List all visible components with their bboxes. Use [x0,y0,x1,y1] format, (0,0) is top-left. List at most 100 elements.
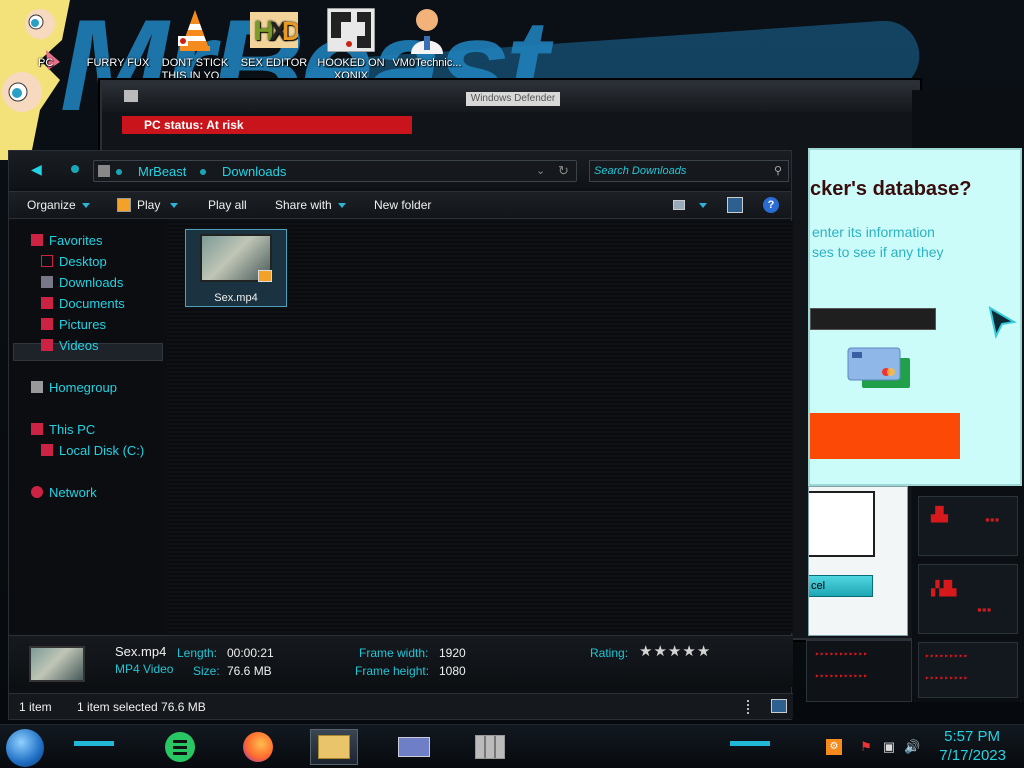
search-box[interactable]: ⚲ [589,160,789,182]
address-bar[interactable]: MrBeast Downloads ⌄ ↻ [93,160,577,182]
card-number-input[interactable] [810,308,936,330]
clock-time[interactable]: 5:57 PM [944,728,1000,745]
pc-status-alert: PC status: At risk [122,116,412,134]
documents-icon [41,297,53,309]
star-icon[interactable]: ★ [697,643,710,660]
taskbar-app-firefox[interactable] [234,729,282,765]
frame-width-label: Frame width: [359,646,429,660]
desktop-icon-hooked-on-xonix[interactable]: HOOKED ON XONIX [311,6,391,83]
skin-red-glyph: ▸▸▸▸▸▸▸▸▸ [925,673,969,682]
skin-block: ▟▙ ▪▪▪ [918,496,1018,556]
start-orb-button[interactable] [6,729,44,767]
forward-button[interactable] [71,165,79,173]
play-all-button[interactable]: Play all [208,198,247,212]
submit-button[interactable] [810,413,960,459]
search-input[interactable] [594,163,764,179]
details-view-icon[interactable] [747,700,755,714]
length-value: 00:00:21 [227,646,274,660]
star-icon[interactable]: ★ [639,643,652,660]
dialog-textbox[interactable] [809,491,875,557]
desktop-icon-vm0technic[interactable]: VM0Technic... [387,6,467,70]
play-button[interactable]: Play [117,198,179,212]
breadcrumb-mrbeast[interactable]: MrBeast [138,164,186,179]
clock-date[interactable]: 7/17/2023 [939,747,1006,764]
large-icons-view-icon[interactable] [771,699,787,713]
new-folder-button[interactable]: New folder [374,198,431,212]
window-titlebar[interactable]: Windows Defender [102,82,918,112]
play-icon [117,198,131,212]
videos-icon [41,339,53,351]
star-icon[interactable]: ★ [682,643,695,660]
tray-app-icon[interactable]: ⚙ [826,739,842,755]
skin-block: ▸▸▸▸▸▸▸▸▸ ▸▸▸▸▸▸▸▸▸ [918,642,1018,698]
downloads-icon [41,276,53,288]
cancel-button[interactable]: cel [809,575,873,597]
desktop-icon-furry-fux[interactable]: FURRY FUX [78,6,158,70]
folder-icon [98,165,110,177]
file-list-area[interactable]: Sex.mp4 [167,221,793,633]
nav-item-network[interactable]: Network [31,485,97,500]
back-arrow-icon[interactable]: ◀ [31,161,53,179]
share-with-button[interactable]: Share with [275,198,346,212]
taskbar-app-explorer[interactable] [310,729,358,765]
chevron-down-icon[interactable] [699,203,707,208]
nav-item-documents[interactable]: Documents [41,296,125,311]
desktop-icon [41,255,53,267]
desktop-icon-dont-stick[interactable]: DONT STICK THIS IN YO... [155,6,235,83]
volume-icon[interactable]: 🔊 [904,739,920,755]
nav-item-desktop[interactable]: Desktop [41,254,107,269]
nav-item-favorites[interactable]: Favorites [31,233,102,248]
chevron-down-icon[interactable]: ⌄ [536,164,545,177]
taskbar-app-card[interactable] [390,729,438,765]
refresh-icon[interactable]: ↻ [558,163,569,179]
xd-app-icon: HXD [250,6,298,54]
taskbar: ⚙ ⚑ ▣ 🔊 5:57 PM 7/17/2023 [0,724,1024,768]
taskbar-app-firewall[interactable] [466,729,514,765]
card-app-icon [398,737,430,757]
doctor-avatar-icon [403,6,451,54]
view-options-icon[interactable] [673,200,685,210]
nav-item-local-disk[interactable]: Local Disk (C:) [41,443,144,458]
details-file-name: Sex.mp4 [115,644,167,659]
rating-stars[interactable]: ★★★★★ [639,642,711,660]
navigation-bar: ◀ MrBeast Downloads ⌄ ↻ ⚲ [9,151,791,189]
search-icon[interactable]: ⚲ [774,164,782,177]
play-badge-icon [258,270,272,282]
file-item[interactable]: Sex.mp4 [185,229,287,307]
svg-text:D: D [282,16,298,46]
desktop-icon-pc[interactable]: PC [4,6,84,70]
nav-item-homegroup[interactable]: Homegroup [31,380,117,395]
mouse-cursor-icon [988,306,1017,339]
skin-red-glyph: ▪▪▪ [985,515,1000,524]
skin-accent [74,741,114,746]
star-icon [31,234,43,246]
file-name: Sex.mp4 [214,292,258,304]
pictures-icon [41,318,53,330]
breadcrumb-downloads[interactable]: Downloads [222,164,286,179]
help-icon[interactable]: ? [763,197,779,213]
organize-button[interactable]: Organize [27,198,90,212]
brick-wall-icon [475,735,505,759]
firefox-icon [243,732,273,762]
length-label: Length: [177,646,218,660]
action-center-flag-icon[interactable]: ⚑ [858,739,874,755]
nav-item-downloads[interactable]: Downloads [41,275,123,290]
star-icon[interactable]: ★ [668,643,681,660]
nav-item-pictures[interactable]: Pictures [41,317,106,332]
nav-item-videos[interactable]: Videos [41,338,99,353]
computer-icon [31,423,43,435]
chevron-down-icon [337,203,346,209]
notes-app-icon [165,732,195,762]
window-app-icon [124,90,138,102]
desktop-icon-sex-editor[interactable]: HXD SEX EDITOR [234,6,314,70]
skin-accent [730,741,770,746]
star-icon[interactable]: ★ [653,643,666,660]
preview-pane-icon[interactable] [727,197,743,213]
taskbar-app-notes[interactable] [156,729,204,765]
nav-item-this-pc[interactable]: This PC [31,422,95,437]
credit-cards-icon [847,347,910,388]
file-explorer-window[interactable]: ◀ MrBeast Downloads ⌄ ↻ ⚲ Organize Play … [8,150,793,720]
skin-red-glyph: ▸▸▸▸▸▸▸▸▸▸▸ [815,671,868,680]
scam-dialog-window[interactable]: cel [808,486,908,636]
network-tray-icon[interactable]: ▣ [881,739,897,755]
